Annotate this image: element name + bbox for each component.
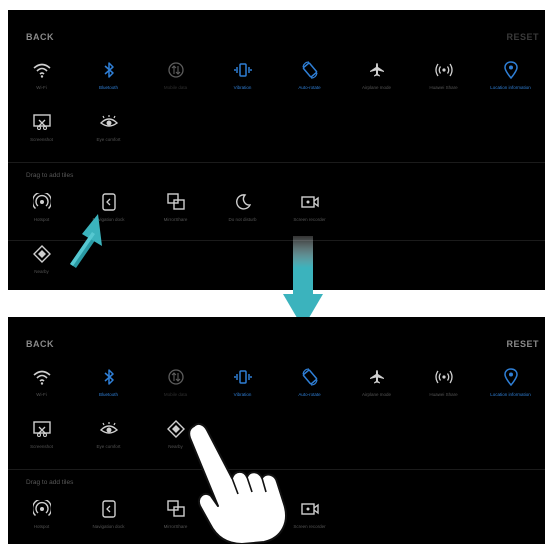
tile-airplane-mode[interactable]: Airplane mode (343, 363, 410, 415)
moon-icon (233, 192, 253, 212)
tile-label: Bluetooth (98, 392, 118, 397)
screenshot-icon (32, 419, 52, 439)
tile-label: Auto-rotate (298, 392, 321, 397)
divider (8, 162, 545, 163)
tile-label: Bluetooth (98, 85, 118, 90)
header: BACK RESET (8, 317, 545, 367)
tile-eye-comfort[interactable]: Eye comfort (75, 108, 142, 160)
tile-hotspot[interactable]: Hotspot (8, 495, 75, 544)
bluetooth-icon (99, 60, 119, 80)
drag-direction-arrow-icon (70, 214, 102, 268)
tile-label: Vibration (233, 392, 252, 397)
back-button[interactable]: BACK (26, 32, 54, 42)
tile-mobile-data[interactable]: Mobile data (142, 56, 209, 108)
hotspot-signal-icon (32, 499, 52, 519)
tile-mobile-data[interactable]: Mobile data (142, 363, 209, 415)
reset-button[interactable]: RESET (506, 339, 539, 349)
wifi-icon (32, 367, 52, 387)
vibration-icon (233, 60, 253, 80)
tile-label: Huawei Share (429, 85, 458, 90)
hotspot-icon (434, 367, 454, 387)
navigation-dock-icon (99, 192, 119, 212)
tile-huawei-share[interactable]: Huawei Share (410, 56, 477, 108)
panel-before: BACK RESET Wi-Fi Bluetooth Mobile data Vibr… (8, 10, 545, 290)
tile-eye-comfort[interactable]: Eye comfort (75, 415, 142, 467)
tile-label: Screenshot (30, 444, 53, 449)
wifi-icon (32, 60, 52, 80)
tile-navigation-dock[interactable]: Navigation dock (75, 495, 142, 544)
tile-label: Navigation dock (92, 524, 125, 529)
tile-bluetooth[interactable]: Bluetooth (75, 363, 142, 415)
tile-label: Airplane mode (361, 85, 392, 90)
hotspot-icon (434, 60, 454, 80)
tile-screenshot[interactable]: Screenshot (8, 415, 75, 467)
tile-label: Location information (490, 392, 531, 397)
tile-label: Huawei Share (429, 392, 458, 397)
tile-vibration[interactable]: Vibration (209, 56, 276, 108)
active-tiles-row-2: Screenshot Eye comfort (8, 108, 545, 160)
eye-comfort-icon (99, 112, 119, 132)
tile-label: Eye comfort (96, 444, 121, 449)
tile-label: Eye comfort (96, 137, 121, 142)
reset-button[interactable]: RESET (506, 32, 539, 42)
vibration-icon (233, 367, 253, 387)
airplane-icon (367, 60, 387, 80)
auto-rotate-icon (300, 60, 320, 80)
hand-pointer-icon (188, 422, 287, 544)
tile-label: Wi-Fi (36, 392, 47, 397)
location-icon (501, 367, 521, 387)
tile-auto-rotate[interactable]: Auto-rotate (276, 363, 343, 415)
tile-label: Wi-Fi (36, 85, 47, 90)
active-tiles-row-1: Wi-Fi Bluetooth Mobile data Vibration Auto-r… (8, 363, 545, 415)
tile-label: MirrorShare (163, 217, 188, 222)
tile-location-information[interactable]: Location information (477, 56, 544, 108)
tile-label: Auto-rotate (298, 85, 321, 90)
tile-label: Airplane mode (361, 392, 392, 397)
drag-to-add-label: Drag to add tiles (26, 479, 74, 486)
screen-recorder-icon (300, 192, 320, 212)
back-button[interactable]: BACK (26, 339, 54, 349)
tile-huawei-share[interactable]: Huawei Share (410, 363, 477, 415)
tile-wi-fi[interactable]: Wi-Fi (8, 56, 75, 108)
location-icon (501, 60, 521, 80)
tile-label: Location information (490, 85, 531, 90)
hotspot-signal-icon (32, 192, 52, 212)
tile-vibration[interactable]: Vibration (209, 363, 276, 415)
diamond-icon (32, 244, 52, 264)
tile-label: Screenshot (30, 137, 53, 142)
tile-bluetooth[interactable]: Bluetooth (75, 56, 142, 108)
tile-wi-fi[interactable]: Wi-Fi (8, 363, 75, 415)
mobile-data-icon (166, 367, 186, 387)
eye-comfort-icon (99, 419, 119, 439)
screenshot-icon (32, 112, 52, 132)
mirrorshare-icon (166, 192, 186, 212)
active-tiles-row-1: Wi-Fi Bluetooth Mobile data Vibration Auto-r… (8, 56, 545, 108)
tile-do-not-disturb[interactable]: Do not disturb (209, 188, 276, 240)
transition-arrow-icon (283, 236, 323, 328)
drag-to-add-label: Drag to add tiles (26, 172, 74, 179)
tile-airplane-mode[interactable]: Airplane mode (343, 56, 410, 108)
auto-rotate-icon (300, 367, 320, 387)
screen-recorder-icon (300, 499, 320, 519)
airplane-icon (367, 367, 387, 387)
tile-auto-rotate[interactable]: Auto-rotate (276, 56, 343, 108)
tile-label: Vibration (233, 85, 252, 90)
tile-screenshot[interactable]: Screenshot (8, 108, 75, 160)
navigation-dock-icon (99, 499, 119, 519)
bluetooth-icon (99, 367, 119, 387)
tile-location-information[interactable]: Location information (477, 363, 544, 415)
tile-label: Mobile data (163, 392, 188, 397)
tile-label: Hotspot (33, 524, 50, 529)
tile-label: Screen recorder (293, 217, 326, 222)
tile-screen-recorder[interactable]: Screen recorder (276, 188, 343, 240)
tile-label: Do not disturb (228, 217, 257, 222)
header: BACK RESET (8, 10, 545, 60)
tile-mirrorshare[interactable]: MirrorShare (142, 188, 209, 240)
tile-label: Mobile data (163, 85, 188, 90)
mobile-data-icon (166, 60, 186, 80)
